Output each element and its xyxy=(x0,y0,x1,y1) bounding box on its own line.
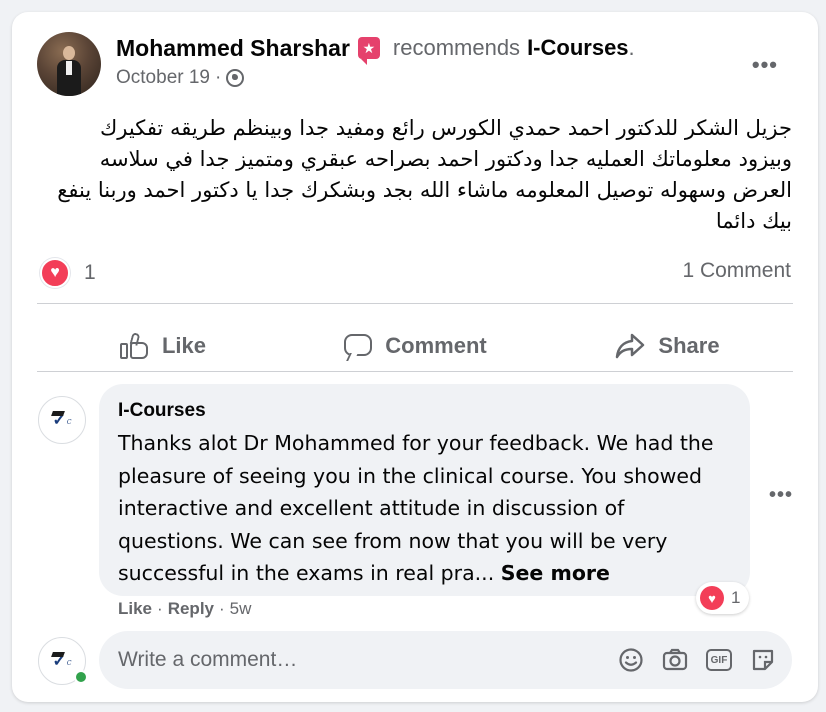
avatar-figure-shirt xyxy=(66,61,72,75)
thumbs-up-icon xyxy=(119,332,150,360)
comment-body: Thanks alot Dr Mohammed for your feedbac… xyxy=(118,431,714,585)
comment-reaction-badge[interactable]: ♥ 1 xyxy=(696,582,750,614)
comment-composer[interactable]: Write a comment… GIF xyxy=(99,631,792,689)
like-button[interactable]: Like xyxy=(37,313,289,379)
comment-count-link[interactable]: 1 Comment xyxy=(682,259,791,283)
divider-bottom xyxy=(37,371,793,372)
love-reaction-icon: ♥ xyxy=(700,586,724,610)
online-status-dot xyxy=(74,670,88,684)
i-courses-logo-mark: C xyxy=(66,660,72,667)
love-reaction-icon: ♥ xyxy=(40,258,70,288)
comment-reply-button[interactable]: Reply xyxy=(168,599,214,619)
comment-input[interactable]: Write a comment… xyxy=(118,648,618,672)
comment-bubble-icon xyxy=(343,332,373,361)
share-button[interactable]: Share xyxy=(541,313,793,379)
gif-icon[interactable]: GIF xyxy=(706,647,732,673)
avatar-figure-head xyxy=(63,46,75,60)
divider-top xyxy=(37,303,793,304)
page-name-suffix: . xyxy=(628,35,635,60)
share-arrow-icon xyxy=(614,332,646,360)
graduation-cap-icon xyxy=(51,411,65,416)
author-avatar[interactable] xyxy=(37,32,101,96)
recommends-text: recommends xyxy=(392,35,521,60)
post-meta: October 19 · xyxy=(116,67,245,89)
comment-action-separator: · xyxy=(157,599,163,618)
comment-text: Thanks alot Dr Mohammed for your feedbac… xyxy=(118,427,730,590)
comment-like-button[interactable]: Like xyxy=(118,599,152,619)
comment-more-options-icon[interactable]: ••• xyxy=(769,484,793,507)
comment-author[interactable]: I-Courses xyxy=(118,400,730,422)
post-card: Mohammed Sharshar ★ recommends I-Courses… xyxy=(12,12,818,702)
emoji-icon[interactable] xyxy=(618,647,644,673)
comment-button[interactable]: Comment xyxy=(289,313,541,379)
post-body-text: جزيل الشكر للدكتور احمد حمدي الكورس رائع… xyxy=(57,116,792,233)
comment-bubble: I-Courses Thanks alot Dr Mohammed for yo… xyxy=(99,384,750,596)
public-globe-icon xyxy=(226,69,245,87)
see-more-link[interactable]: See more xyxy=(501,561,610,585)
composer-tools: GIF xyxy=(618,647,776,673)
commenter-avatar[interactable]: ✓ C xyxy=(38,396,86,444)
comment-label: Comment xyxy=(385,333,487,358)
post-action-bar: Like Comment Share xyxy=(37,313,793,379)
post-header: Mohammed Sharshar ★ recommends I-Courses… xyxy=(116,33,635,65)
post-date[interactable]: October 19 xyxy=(116,67,210,89)
camera-icon[interactable] xyxy=(662,647,688,673)
author-name[interactable]: Mohammed Sharshar xyxy=(116,35,350,62)
comment-age[interactable]: 5w xyxy=(230,599,252,619)
post-more-options-icon[interactable]: ••• xyxy=(752,52,778,78)
graduation-cap-icon xyxy=(51,652,65,657)
reaction-summary[interactable]: ♥ 1 xyxy=(40,258,96,288)
like-label: Like xyxy=(161,333,207,358)
sticker-icon[interactable] xyxy=(750,647,776,673)
page-name-link[interactable]: I-Courses xyxy=(527,35,628,61)
i-courses-logo-mark: C xyxy=(66,419,72,426)
meta-separator: · xyxy=(215,67,222,88)
reaction-count: 1 xyxy=(84,261,96,284)
comment-actions: Like · Reply · 5w xyxy=(118,599,251,619)
recommendation-star-icon: ★ xyxy=(357,37,380,65)
comment-reaction-count: 1 xyxy=(731,588,741,607)
share-label: Share xyxy=(658,333,720,358)
comment-action-separator: · xyxy=(219,599,225,618)
